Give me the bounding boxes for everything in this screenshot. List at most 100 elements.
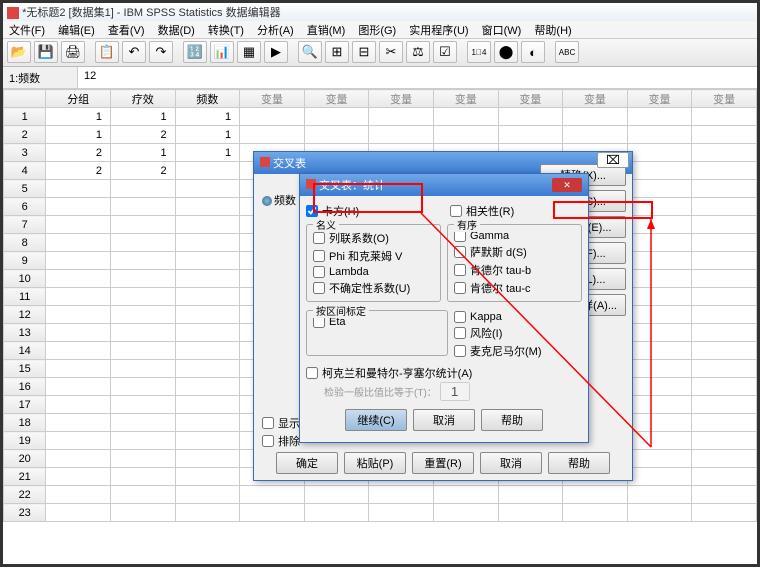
grid-cell[interactable]	[498, 504, 563, 522]
menu-help[interactable]: 帮助(H)	[534, 25, 571, 37]
grid-cell[interactable]	[175, 288, 240, 306]
grid-cell[interactable]	[175, 342, 240, 360]
crosstabs-close-icon[interactable]: ⌧	[597, 152, 629, 168]
grid-cell[interactable]	[692, 108, 757, 126]
variables-icon[interactable]: ▦	[237, 41, 261, 63]
grid-cell[interactable]	[627, 126, 692, 144]
grid-cell[interactable]	[110, 288, 175, 306]
find-icon[interactable]: 🔍	[298, 41, 322, 63]
grid-cell[interactable]	[692, 414, 757, 432]
undo-icon[interactable]: ↶	[122, 41, 146, 63]
grid-cell[interactable]	[175, 432, 240, 450]
help-button[interactable]: 帮助	[548, 452, 610, 474]
grid-cell[interactable]	[46, 396, 111, 414]
lambda-checkbox[interactable]	[313, 266, 325, 278]
row-header[interactable]: 7	[4, 216, 46, 234]
grid-cell[interactable]	[175, 504, 240, 522]
grid-cell[interactable]	[627, 468, 692, 486]
reset-button[interactable]: 重置(R)	[412, 452, 474, 474]
continue-button[interactable]: 继续(C)	[345, 409, 407, 431]
row-header[interactable]: 16	[4, 378, 46, 396]
row-header[interactable]: 8	[4, 234, 46, 252]
row-header[interactable]: 1	[4, 108, 46, 126]
grid-cell[interactable]	[304, 108, 369, 126]
grid-cell[interactable]	[498, 108, 563, 126]
row-header[interactable]: 15	[4, 360, 46, 378]
grid-cell[interactable]	[692, 270, 757, 288]
grid-cell[interactable]	[110, 504, 175, 522]
menu-direct[interactable]: 直销(M)	[307, 25, 346, 37]
grid-cell[interactable]	[175, 198, 240, 216]
grid-cell[interactable]	[175, 216, 240, 234]
column-header[interactable]: 变量	[369, 90, 434, 108]
row-header[interactable]: 13	[4, 324, 46, 342]
kendall-c-checkbox[interactable]	[454, 282, 466, 294]
grid-cell[interactable]	[563, 486, 628, 504]
split-icon[interactable]: ✂	[379, 41, 403, 63]
row-header[interactable]: 19	[4, 432, 46, 450]
menu-data[interactable]: 数据(D)	[158, 25, 195, 37]
uncertainty-checkbox[interactable]	[313, 282, 325, 294]
grid-cell[interactable]	[46, 504, 111, 522]
insert-case-icon[interactable]: ⊞	[325, 41, 349, 63]
grid-cell[interactable]	[627, 306, 692, 324]
grid-cell[interactable]	[692, 306, 757, 324]
grid-cell[interactable]: 1	[175, 108, 240, 126]
grid-cell[interactable]	[563, 504, 628, 522]
grid-cell[interactable]	[433, 504, 498, 522]
grid-cell[interactable]	[240, 108, 305, 126]
grid-cell[interactable]	[627, 360, 692, 378]
grid-cell[interactable]	[627, 144, 692, 162]
grid-cell[interactable]	[175, 252, 240, 270]
grid-cell[interactable]: 1	[110, 144, 175, 162]
save-icon[interactable]: 💾	[34, 41, 58, 63]
somers-checkbox[interactable]	[454, 246, 466, 258]
grid-cell[interactable]	[692, 198, 757, 216]
row-header[interactable]: 18	[4, 414, 46, 432]
grid-cell[interactable]	[110, 432, 175, 450]
suppress-checkbox[interactable]	[262, 435, 274, 447]
sets-icon[interactable]: ⬤	[494, 41, 518, 63]
grid-cell[interactable]: 2	[46, 162, 111, 180]
select-icon[interactable]: ☑	[433, 41, 457, 63]
grid-cell[interactable]	[46, 324, 111, 342]
grid-cell[interactable]	[304, 486, 369, 504]
grid-cell[interactable]	[46, 468, 111, 486]
grid-cell[interactable]	[175, 414, 240, 432]
stats-help-button[interactable]: 帮助	[481, 409, 543, 431]
show-clustered-checkbox[interactable]	[262, 417, 274, 429]
grid-cell[interactable]: 2	[110, 126, 175, 144]
weight-icon[interactable]: ⚖	[406, 41, 430, 63]
column-header[interactable]: 变量	[433, 90, 498, 108]
grid-cell[interactable]	[692, 234, 757, 252]
column-header[interactable]: 变量	[692, 90, 757, 108]
grid-cell[interactable]	[175, 450, 240, 468]
grid-cell[interactable]	[692, 180, 757, 198]
grid-cell[interactable]	[46, 342, 111, 360]
column-header[interactable]: 分组	[46, 90, 111, 108]
grid-cell[interactable]	[627, 288, 692, 306]
grid-cell[interactable]	[627, 378, 692, 396]
row-header[interactable]: 20	[4, 450, 46, 468]
row-header[interactable]: 10	[4, 270, 46, 288]
grid-cell[interactable]	[692, 396, 757, 414]
ok-button[interactable]: 确定	[276, 452, 338, 474]
grid-cell[interactable]	[692, 252, 757, 270]
grid-cell[interactable]	[563, 126, 628, 144]
grid-cell[interactable]	[110, 216, 175, 234]
grid-cell[interactable]	[627, 108, 692, 126]
row-header[interactable]: 23	[4, 504, 46, 522]
grid-cell[interactable]	[110, 396, 175, 414]
run-icon[interactable]: ▶	[264, 41, 288, 63]
grid-cell[interactable]	[433, 486, 498, 504]
redo-icon[interactable]: ↷	[149, 41, 173, 63]
grid-cell[interactable]	[433, 126, 498, 144]
grid-cell[interactable]	[46, 378, 111, 396]
grid-cell[interactable]	[110, 252, 175, 270]
recall-icon[interactable]: 📋	[95, 41, 119, 63]
grid-cell[interactable]	[110, 378, 175, 396]
grid-cell[interactable]	[692, 216, 757, 234]
grid-cell[interactable]: 1	[110, 108, 175, 126]
grid-cell[interactable]	[369, 486, 434, 504]
var-list-item[interactable]: 频数	[274, 195, 296, 207]
